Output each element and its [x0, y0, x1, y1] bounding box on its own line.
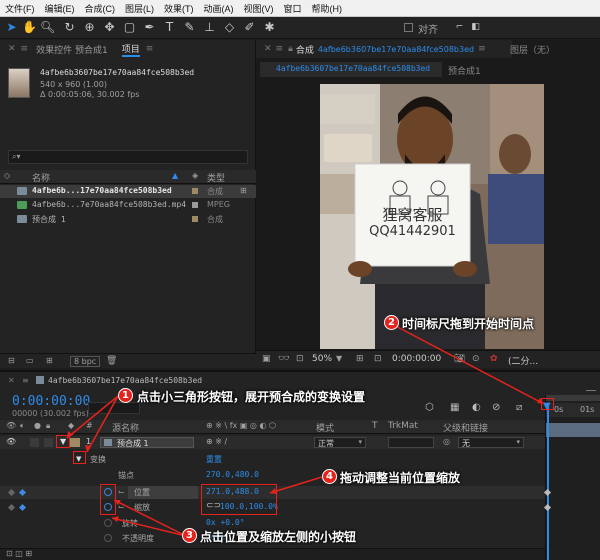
- annotation-step-1: 点击小三角形按钮，展开预合成的变换设置: [137, 390, 366, 404]
- annotation-step-2: 时间标尺拖到开始时间点: [402, 317, 535, 331]
- annotation-step-4: 拖动调整当前位置缩放: [340, 471, 461, 485]
- annotation-step-3: 点击位置及缩放左侧的小按钮: [200, 530, 357, 544]
- step-4-badge: 4: [322, 469, 337, 484]
- highlight-playhead: [541, 398, 554, 410]
- step-2-badge: 2: [384, 315, 399, 330]
- highlight-values: [201, 484, 277, 515]
- annotation-arrows: [66, 321, 545, 537]
- highlight-transform-triangle: [73, 451, 86, 464]
- step-3-badge: 3: [182, 528, 197, 543]
- step-1-badge: 1: [118, 388, 133, 403]
- highlight-stopwatches: [100, 484, 116, 515]
- highlight-triangle: [56, 435, 70, 448]
